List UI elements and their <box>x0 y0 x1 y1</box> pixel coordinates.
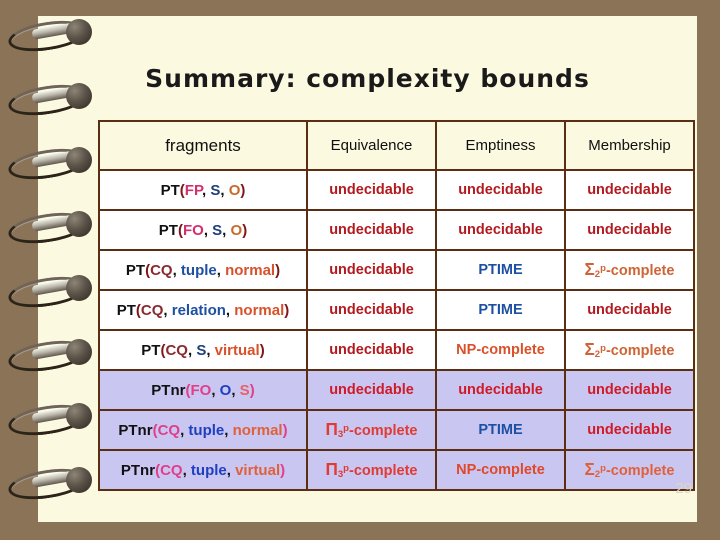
page-number: 29 <box>675 480 692 497</box>
cell-fragment: PT(CQ, tuple, normal) <box>98 249 308 291</box>
table-body: PT(FP, S, O) undecidable undecidable undeci… <box>98 169 695 491</box>
page-title: Summary: complexity bounds <box>145 64 590 93</box>
cell-fragment: PTnr(CQ, tuple, virtual) <box>98 449 308 491</box>
cell-equivalence: undecidable <box>306 369 437 411</box>
cell-emptiness: PTIME <box>435 249 566 291</box>
cell-equivalence: undecidable <box>306 169 437 211</box>
cell-equivalence: undecidable <box>306 209 437 251</box>
cell-emptiness: undecidable <box>435 369 566 411</box>
cell-fragment: PTnr(FO, O, S) <box>98 369 308 411</box>
cell-membership: Σ2p-complete <box>564 249 695 291</box>
cell-emptiness: NP-complete <box>435 329 566 371</box>
cell-emptiness: NP-complete <box>435 449 566 491</box>
cell-equivalence: undecidable <box>306 329 437 371</box>
table-row: PT(FP, S, O) undecidable undecidable undeci… <box>98 169 695 211</box>
table-row: PT(CQ, S, virtual) undecidable NP-complete… <box>98 329 695 371</box>
cell-equivalence: undecidable <box>306 249 437 291</box>
cell-emptiness: PTIME <box>435 289 566 331</box>
cell-fragment: PTnr(CQ, tuple, normal) <box>98 409 308 451</box>
cell-emptiness: PTIME <box>435 409 566 451</box>
cell-emptiness: undecidable <box>435 169 566 211</box>
slide-canvas: Summary: complexity bounds fragments Equ… <box>0 0 720 540</box>
table-row: PTnr(FO, O, S) undecidable undecidable unde… <box>98 369 695 411</box>
table-row: PTnr(CQ, tuple, virtual) Π3p-complete NP-c… <box>98 449 695 491</box>
cell-equivalence: undecidable <box>306 289 437 331</box>
cell-emptiness: undecidable <box>435 209 566 251</box>
cell-membership: undecidable <box>564 409 695 451</box>
table-row: PT(CQ, relation, normal) undecidable PTIME… <box>98 289 695 331</box>
table-row: PTnr(CQ, tuple, normal) Π3p-complete PTIME… <box>98 409 695 451</box>
cell-fragment: PT(CQ, relation, normal) <box>98 289 308 331</box>
cell-fragment: PT(CQ, S, virtual) <box>98 329 308 371</box>
cell-fragment: PT(FP, S, O) <box>98 169 308 211</box>
cell-membership: undecidable <box>564 369 695 411</box>
cell-membership: undecidable <box>564 209 695 251</box>
column-header-equivalence: Equivalence <box>306 120 437 171</box>
table: fragments Equivalence Emptiness Membersh… <box>98 120 695 491</box>
table-row: PT(FO, S, O) undecidable undecidable undeci… <box>98 209 695 251</box>
cell-fragment: PT(FO, S, O) <box>98 209 308 251</box>
table-header-row: fragments Equivalence Emptiness Membersh… <box>98 120 695 171</box>
table-row: PT(CQ, tuple, normal) undecidable PTIME Σ2p… <box>98 249 695 291</box>
column-header-membership: Membership <box>564 120 695 171</box>
cell-membership: undecidable <box>564 289 695 331</box>
column-header-emptiness: Emptiness <box>435 120 566 171</box>
cell-membership: Σ2p-complete <box>564 329 695 371</box>
cell-equivalence: Π3p-complete <box>306 449 437 491</box>
column-header-fragments: fragments <box>98 120 308 171</box>
cell-equivalence: Π3p-complete <box>306 409 437 451</box>
cell-membership: undecidable <box>564 169 695 211</box>
complexity-bounds-table: fragments Equivalence Emptiness Membersh… <box>98 120 695 491</box>
